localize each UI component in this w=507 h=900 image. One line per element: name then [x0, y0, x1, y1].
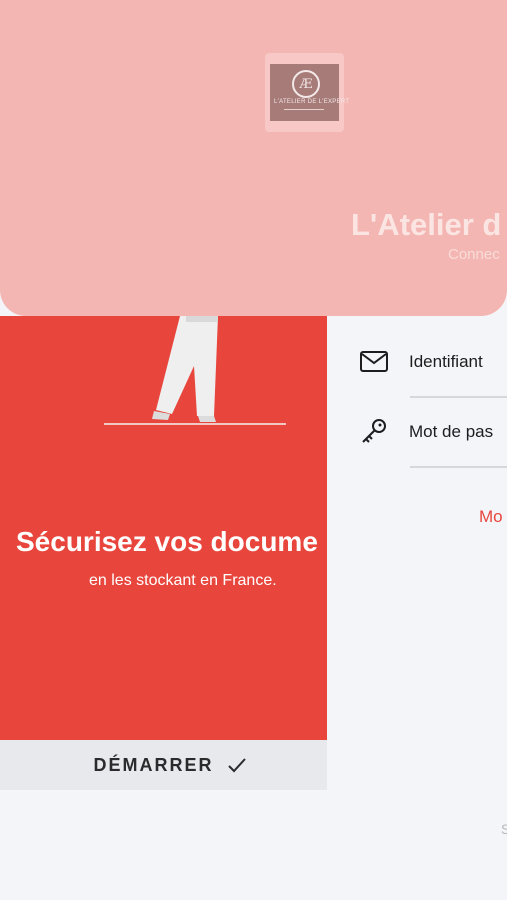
start-button[interactable]: DÉMARRER: [0, 740, 327, 790]
onboarding-title: Sécurisez vos docume: [16, 526, 318, 557]
identifier-field[interactable]: Identifiant: [359, 342, 507, 382]
logo-image: Æ L'ATELIER DE L'EXPERT: [270, 64, 350, 121]
header-card: Æ L'ATELIER DE L'EXPERT L'Atelier d Conn…: [0, 0, 507, 316]
onboarding-subtitle: en les stockant en France.: [89, 572, 277, 589]
password-separator: [410, 466, 507, 468]
onboarding-card: Sécurisez vos docume en les stockant en …: [0, 316, 327, 740]
logo-monogram-icon: Æ: [292, 70, 320, 98]
identifier-label: Identifiant: [409, 352, 483, 371]
bottom-hint-text: S: [501, 821, 507, 837]
app-logo: Æ L'ATELIER DE L'EXPERT: [265, 53, 350, 132]
walking-person-illustration: [104, 316, 286, 425]
logo-text: L'ATELIER DE L'EXPERT: [274, 99, 350, 105]
password-field[interactable]: Mot de pas: [359, 412, 507, 452]
forgot-password-link[interactable]: Mo: [479, 507, 503, 527]
logo-underline: [284, 109, 324, 110]
password-label: Mot de pas: [409, 422, 494, 441]
app-title: L'Atelier d: [351, 207, 502, 242]
mail-icon: [359, 347, 389, 377]
identifier-separator: [410, 396, 507, 398]
app-subtitle: Connec: [448, 246, 500, 263]
start-button-label: DÉMARRER: [93, 754, 214, 775]
key-icon: [359, 417, 389, 447]
checkmark-icon: [227, 758, 246, 773]
